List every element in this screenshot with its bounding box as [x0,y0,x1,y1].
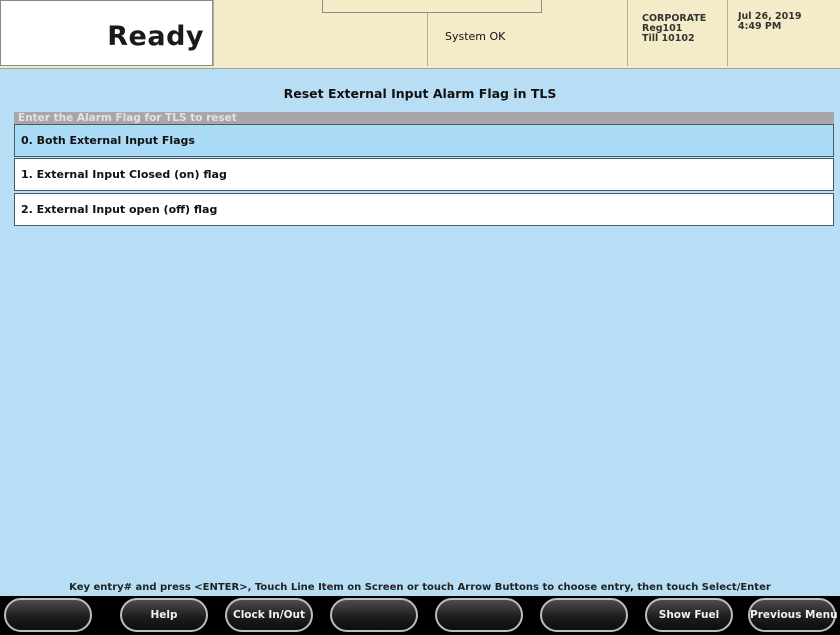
option-closed-flag[interactable]: 1. External Input Closed (on) flag [14,158,834,191]
softkey-bar: Help Clock In/Out Show Fuel Previous Men… [0,596,840,635]
option-list: 0. Both External Input Flags 1. External… [14,124,834,228]
datetime-info: Jul 26, 2019 4:49 PM [727,0,840,66]
help-button[interactable]: Help [120,598,208,632]
softkey-5-blank[interactable] [435,598,523,632]
system-status: System OK [445,30,506,43]
option-open-flag[interactable]: 2. External Input open (off) flag [14,193,834,226]
previous-menu-button[interactable]: Previous Menu [748,598,838,632]
till-id: Till 10102 [642,33,695,44]
softkey-4-blank[interactable] [330,598,418,632]
option-both-flags[interactable]: 0. Both External Input Flags [14,124,834,157]
prompt-bar: Enter the Alarm Flag for TLS to reset [14,112,834,124]
ready-panel: Ready [0,0,213,66]
softkey-6-blank[interactable] [540,598,628,632]
site-info: CORPORATE Reg101 Till 10102 [627,0,727,66]
show-fuel-button[interactable]: Show Fuel [645,598,733,632]
header-tab-divider [322,0,542,13]
clock-in-out-button[interactable]: Clock In/Out [225,598,313,632]
ready-status: Ready [107,21,204,52]
status-header: Ready System OK CORPORATE Reg101 Till 10… [0,0,840,69]
time: 4:49 PM [738,21,782,32]
softkey-1-blank[interactable] [4,598,92,632]
instruction-text: Key entry# and press <ENTER>, Touch Line… [69,582,771,593]
page-title: Reset External Input Alarm Flag in TLS [283,86,557,101]
